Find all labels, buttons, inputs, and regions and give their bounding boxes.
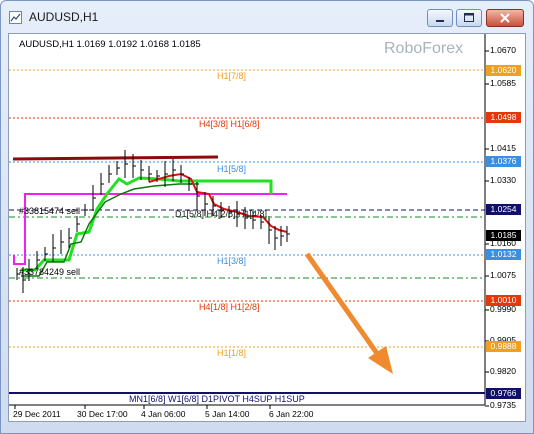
time-tick: 30 Dec 17:00: [77, 409, 128, 419]
symbol-quote-info: AUDUSD,H1 1.0169 1.0192 1.0168 1.0185: [19, 39, 201, 50]
chart-window: AUDUSD,H1 AUDUSD,H1 1.0169 1.0192 1.0168…: [0, 0, 534, 434]
price-tag-h1-5-8: 1.0376: [486, 156, 521, 167]
forecast-arrow: [304, 252, 384, 361]
level-label-h4-3-8: H4[3/8] H1[6/8]: [199, 119, 260, 129]
price-tick: 1.0415: [490, 143, 516, 153]
time-tick: 5 Jan 14:00: [205, 409, 250, 419]
level-label-h1-1-8: H1[1/8]: [217, 348, 247, 358]
close-button[interactable]: [486, 9, 524, 27]
close-icon: [500, 13, 510, 23]
maximize-button[interactable]: [456, 9, 482, 27]
level-label-d1-5-8: D1[5/8] H4[2/8] H1[4/8]: [175, 209, 268, 219]
price-tag-current: 1.0185: [486, 230, 521, 241]
price-tick: 0.9820: [490, 366, 516, 376]
price-chart[interactable]: AUDUSD,H1 1.0169 1.0192 1.0168 1.0185 Ro…: [8, 33, 526, 422]
price-tick: 1.0330: [490, 175, 516, 185]
order-label-sell-2: #33784249 sell: [19, 267, 81, 277]
time-tick: 6 Jan 22:00: [269, 409, 314, 419]
resistance-line: [12, 155, 219, 161]
chart-icon: [9, 11, 22, 24]
price-tick: 1.0670: [490, 45, 516, 55]
price-tag-support: 0.9766: [486, 388, 521, 399]
broker-watermark: RoboForex: [384, 40, 464, 57]
price-tag-d1-5-8: 1.0254: [486, 204, 521, 215]
price-tick: 1.0585: [490, 78, 516, 88]
price-tag-h1-7-8: 1.0620: [486, 65, 521, 76]
red-trend-line: [148, 172, 288, 233]
level-label-h1-5-8: H1[5/8]: [217, 164, 247, 174]
time-tick: 4 Jan 06:00: [141, 409, 186, 419]
minimize-icon: [436, 20, 444, 22]
dark-green-trend-line: [21, 183, 199, 277]
price-tag-h4-1-8: 1.0010: [486, 295, 521, 306]
level-label-support: MN1[6/8] W1[6/8] D1PIVOT H4SUP H1SUP: [129, 394, 305, 404]
price-tick: 0.9735: [490, 400, 516, 410]
price-tag-h1-1-8: 0.9888: [486, 341, 521, 352]
window-title: AUDUSD,H1: [29, 10, 99, 24]
title-bar[interactable]: AUDUSD,H1: [1, 1, 533, 33]
level-label-h1-7-8: H1[7/8]: [217, 71, 247, 81]
price-tag-h1-3-8: 1.0132: [486, 249, 521, 260]
minimize-button[interactable]: [427, 9, 453, 27]
price-tick: 1.0075: [490, 270, 516, 280]
time-tick: 29 Dec 2011: [13, 409, 61, 419]
chart-canvas: [9, 34, 489, 409]
level-label-h4-1-8: H4[1/8] H1[2/8]: [199, 302, 260, 312]
price-tag-h4-3-8: 1.0498: [486, 112, 521, 123]
level-label-h1-3-8: H1[3/8]: [217, 256, 247, 266]
magenta-level-line: [13, 193, 287, 265]
maximize-icon: [464, 13, 474, 22]
order-label-sell-1: #33815474 sell: [19, 206, 81, 216]
